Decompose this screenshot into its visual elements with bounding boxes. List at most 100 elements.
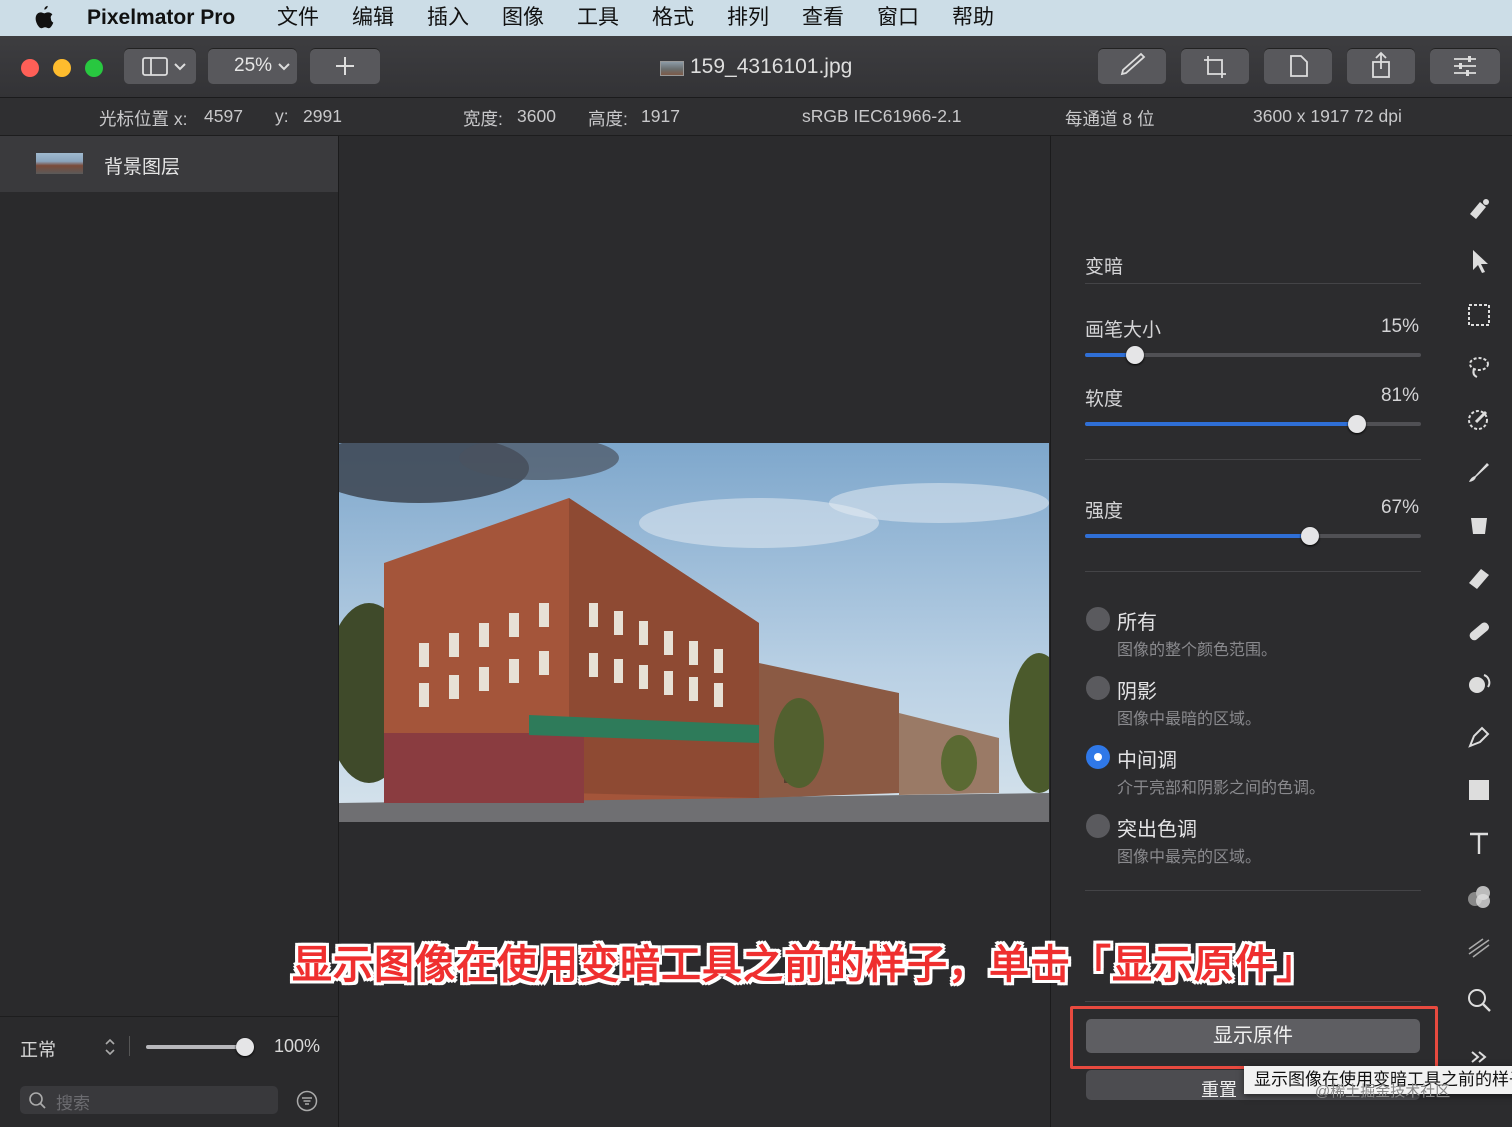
- range-highlights-desc: 图像中最亮的区域。: [1117, 849, 1262, 866]
- softness-value: 81%: [1380, 385, 1419, 406]
- eraser-icon[interactable]: [1464, 563, 1494, 593]
- height-label: 高度:: [588, 109, 628, 129]
- divider: [1085, 459, 1421, 460]
- share-button[interactable]: [1347, 48, 1415, 84]
- cursor-x-label: 光标位置 x:: [99, 109, 188, 129]
- photo-image: [339, 443, 1049, 822]
- menu-insert[interactable]: 插入: [427, 4, 469, 32]
- reset-label: 重置: [1201, 1080, 1237, 1100]
- color-picker-icon[interactable]: [1464, 404, 1494, 434]
- menu-help[interactable]: 帮助: [952, 4, 994, 32]
- divider: [1085, 571, 1421, 572]
- divider: [129, 1036, 130, 1056]
- menu-tools[interactable]: 工具: [577, 4, 619, 32]
- softness-fill: [1085, 422, 1358, 426]
- layer-search-input[interactable]: 搜索: [20, 1086, 278, 1114]
- adjustments-button[interactable]: [1430, 48, 1500, 84]
- paint-brush-icon[interactable]: [1464, 457, 1494, 487]
- opacity-slider-knob[interactable]: [236, 1038, 254, 1056]
- blend-mode-select[interactable]: 正常: [20, 1036, 56, 1062]
- opacity-value: 100%: [274, 1036, 321, 1056]
- document-icon: [1290, 55, 1308, 77]
- arrow-select-icon[interactable]: [1464, 246, 1494, 276]
- text-icon[interactable]: [1464, 828, 1494, 858]
- lasso-icon[interactable]: [1464, 352, 1494, 382]
- photo-street-buildings[interactable]: [339, 443, 1049, 822]
- filter-icon[interactable]: [296, 1090, 318, 1112]
- window-toolbar: 25% 159_4316101.jpg: [0, 36, 1512, 98]
- strength-value: 67%: [1380, 497, 1419, 518]
- plus-icon: [336, 57, 354, 75]
- color-adjust-icon[interactable]: [1464, 881, 1494, 911]
- crop-icon: [1204, 56, 1226, 78]
- info-bar: 光标位置 x: 4597 y: 2991 宽度: 3600 高度: 1917 s…: [0, 98, 1512, 136]
- cursor-y-label: y:: [275, 106, 289, 126]
- menu-app-name[interactable]: Pixelmator Pro: [87, 4, 235, 32]
- rect-select-icon[interactable]: [1464, 300, 1494, 330]
- brush-tool-button[interactable]: [1098, 48, 1166, 84]
- range-highlights-radio[interactable]: [1086, 814, 1110, 838]
- divider: [1085, 283, 1421, 284]
- document-title[interactable]: 159_4316101.jpg: [690, 55, 852, 79]
- width-label: 宽度:: [463, 109, 503, 129]
- strength-fill: [1085, 534, 1311, 538]
- brush-size-knob[interactable]: [1126, 346, 1145, 364]
- bandage-repair-icon[interactable]: [1464, 616, 1494, 646]
- close-window-button[interactable]: [21, 59, 39, 77]
- rectangle-shape-icon[interactable]: [1464, 775, 1494, 805]
- range-midtones-title: 中间调: [1117, 750, 1177, 772]
- share-icon: [1372, 51, 1390, 78]
- watermark: @稀土掘金技术社区: [1315, 1083, 1451, 1100]
- paint-bucket-style-icon[interactable]: [1464, 194, 1494, 224]
- range-shadows-title: 阴影: [1117, 681, 1157, 703]
- brush-tool-icon: [1120, 52, 1146, 76]
- height-value: 1917: [641, 106, 680, 126]
- range-midtones-desc: 介于亮部和阴影之间的色调。: [1117, 780, 1326, 797]
- range-shadows-desc: 图像中最暗的区域。: [1117, 711, 1262, 728]
- softness-slider[interactable]: [1085, 415, 1421, 433]
- up-down-chevron-icon[interactable]: [102, 1036, 118, 1058]
- adjustments-icon: [1454, 56, 1476, 76]
- menu-image[interactable]: 图像: [502, 4, 544, 32]
- clone-icon[interactable]: [1464, 669, 1494, 699]
- search-placeholder: 搜索: [56, 1094, 90, 1113]
- layer-row[interactable]: 背景图层: [0, 136, 338, 192]
- strength-knob[interactable]: [1301, 527, 1320, 545]
- menu-window[interactable]: 窗口: [877, 4, 919, 32]
- strength-label: 强度: [1085, 501, 1124, 522]
- range-shadows-radio[interactable]: [1086, 676, 1110, 700]
- fill-bucket-icon[interactable]: [1464, 510, 1494, 540]
- menu-format[interactable]: 格式: [652, 4, 694, 32]
- minimize-window-button[interactable]: [53, 59, 71, 77]
- add-button[interactable]: [310, 48, 380, 84]
- search-icon: [29, 1092, 46, 1109]
- menu-edit[interactable]: 编辑: [352, 4, 394, 32]
- opacity-slider[interactable]: [146, 1038, 254, 1056]
- brush-size-slider[interactable]: [1085, 346, 1421, 364]
- layers-panel: 背景图层 正常 100% 搜索: [0, 136, 339, 1127]
- sidebar-toggle-button[interactable]: [124, 48, 196, 84]
- menu-arrange[interactable]: 排列: [727, 4, 769, 32]
- brush-size-value: 15%: [1380, 316, 1419, 337]
- range-all-title: 所有: [1117, 612, 1157, 634]
- zoom-window-button[interactable]: [85, 59, 103, 77]
- pen-icon[interactable]: [1464, 722, 1494, 752]
- strength-slider[interactable]: [1085, 527, 1421, 545]
- crop-button[interactable]: [1181, 48, 1249, 84]
- menu-file[interactable]: 文件: [277, 4, 319, 32]
- range-highlights-title: 突出色调: [1117, 819, 1197, 841]
- width-value: 3600: [517, 106, 556, 126]
- softness-knob[interactable]: [1348, 415, 1367, 433]
- zoom-icon[interactable]: [1464, 985, 1494, 1015]
- apple-icon[interactable]: [32, 5, 56, 31]
- panel-title: 变暗: [1085, 257, 1124, 278]
- format-button[interactable]: [1264, 48, 1332, 84]
- range-midtones-radio[interactable]: [1086, 745, 1110, 769]
- color-profile: sRGB IEC61966-2.1: [802, 106, 962, 126]
- range-all-radio[interactable]: [1086, 607, 1110, 631]
- menu-view[interactable]: 查看: [802, 4, 844, 32]
- divider: [1085, 1001, 1421, 1002]
- blur-icon[interactable]: [1464, 932, 1494, 962]
- divider: [1085, 890, 1421, 891]
- divider: [0, 1016, 338, 1017]
